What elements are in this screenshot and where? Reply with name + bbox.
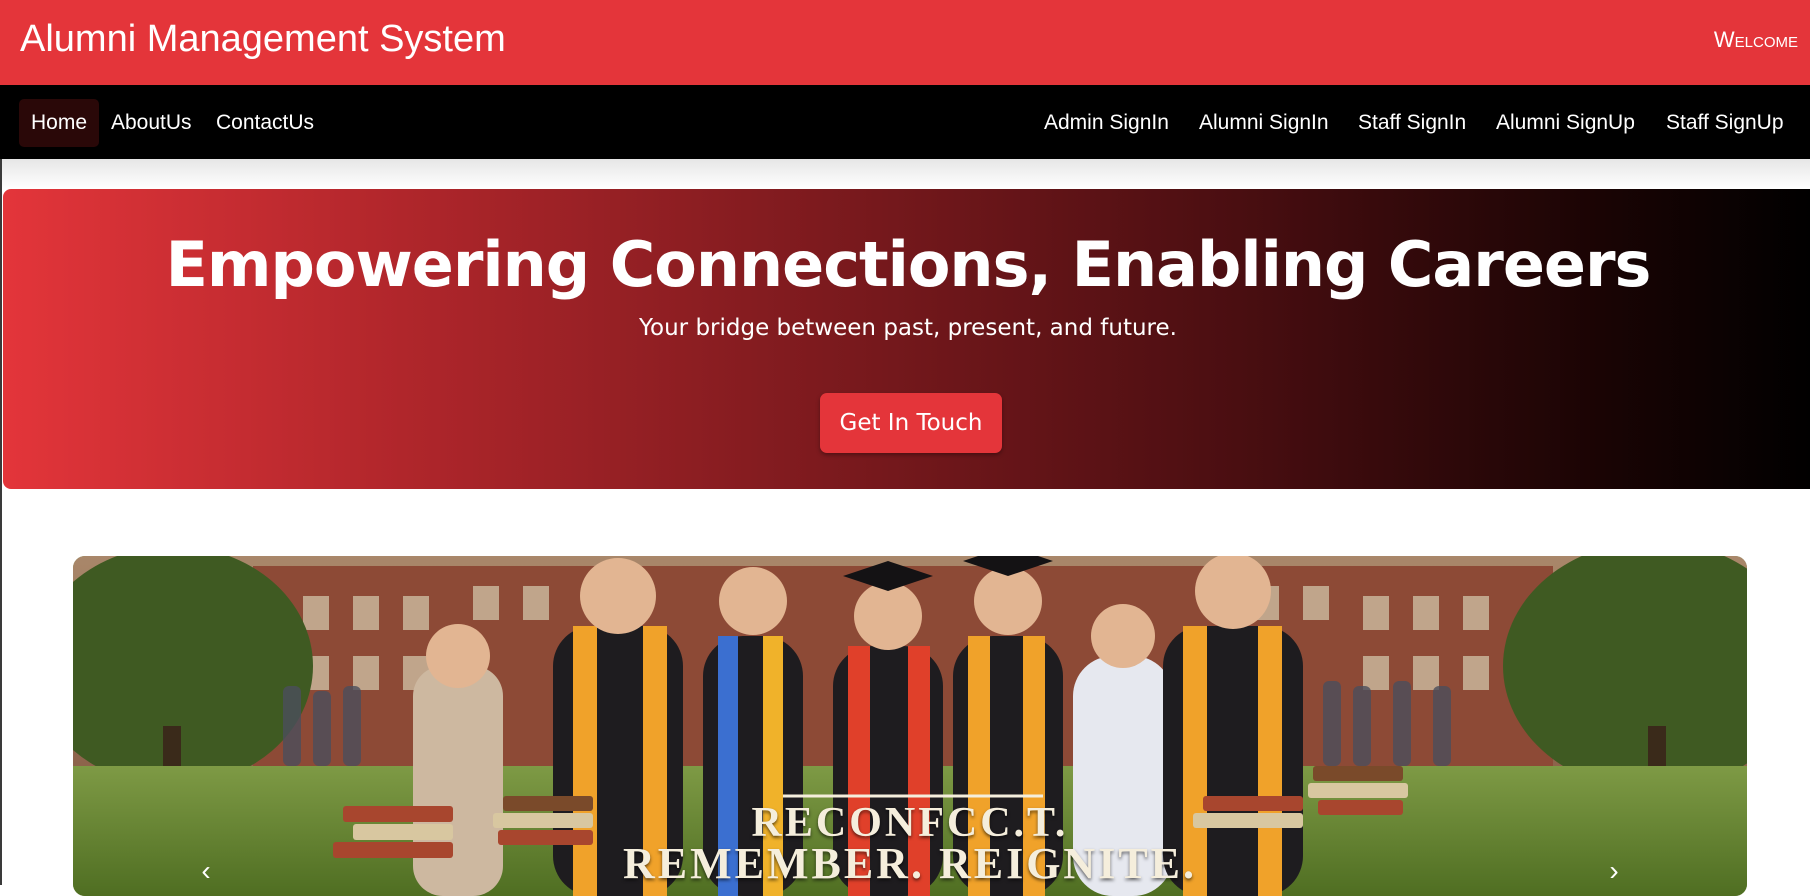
app-header: Alumni Management System Welcome: [0, 0, 1810, 85]
chevron-right-icon[interactable]: ›: [1599, 856, 1629, 886]
page-left-border: [0, 159, 2, 885]
nav-about-us[interactable]: AboutUs: [111, 99, 192, 147]
nav-staff-signin[interactable]: Staff SignIn: [1358, 99, 1466, 147]
hero-headline: Empowering Connections, Enabling Careers: [165, 228, 1652, 301]
navbar-shadow: [0, 159, 1810, 189]
nav-alumni-signin[interactable]: Alumni SignIn: [1199, 99, 1329, 147]
welcome-text: Welcome: [1713, 27, 1798, 52]
nav-contact-us[interactable]: ContactUs: [216, 99, 314, 147]
nav-admin-signin[interactable]: Admin SignIn: [1044, 99, 1169, 147]
app-title: Alumni Management System: [20, 18, 506, 60]
chevron-left-icon[interactable]: ‹: [191, 856, 221, 886]
main-navbar: Home AboutUs ContactUs Admin SignIn Alum…: [0, 85, 1810, 159]
nav-alumni-signup[interactable]: Alumni SignUp: [1496, 99, 1635, 147]
hero-carousel-image: RECONFCC.T. REMEMBER. REIGNITE. ‹ ›: [73, 556, 1747, 896]
get-in-touch-button[interactable]: Get In Touch: [820, 393, 1002, 453]
hero-section: Empowering Connections, Enabling Careers…: [3, 189, 1810, 489]
hero-subline: Your bridge between past, present, and f…: [639, 315, 1177, 341]
nav-home[interactable]: Home: [19, 99, 100, 147]
banner-caption-line2: REMEMBER. REIGNITE.: [622, 839, 1198, 888]
nav-staff-signup[interactable]: Staff SignUp: [1666, 99, 1784, 147]
